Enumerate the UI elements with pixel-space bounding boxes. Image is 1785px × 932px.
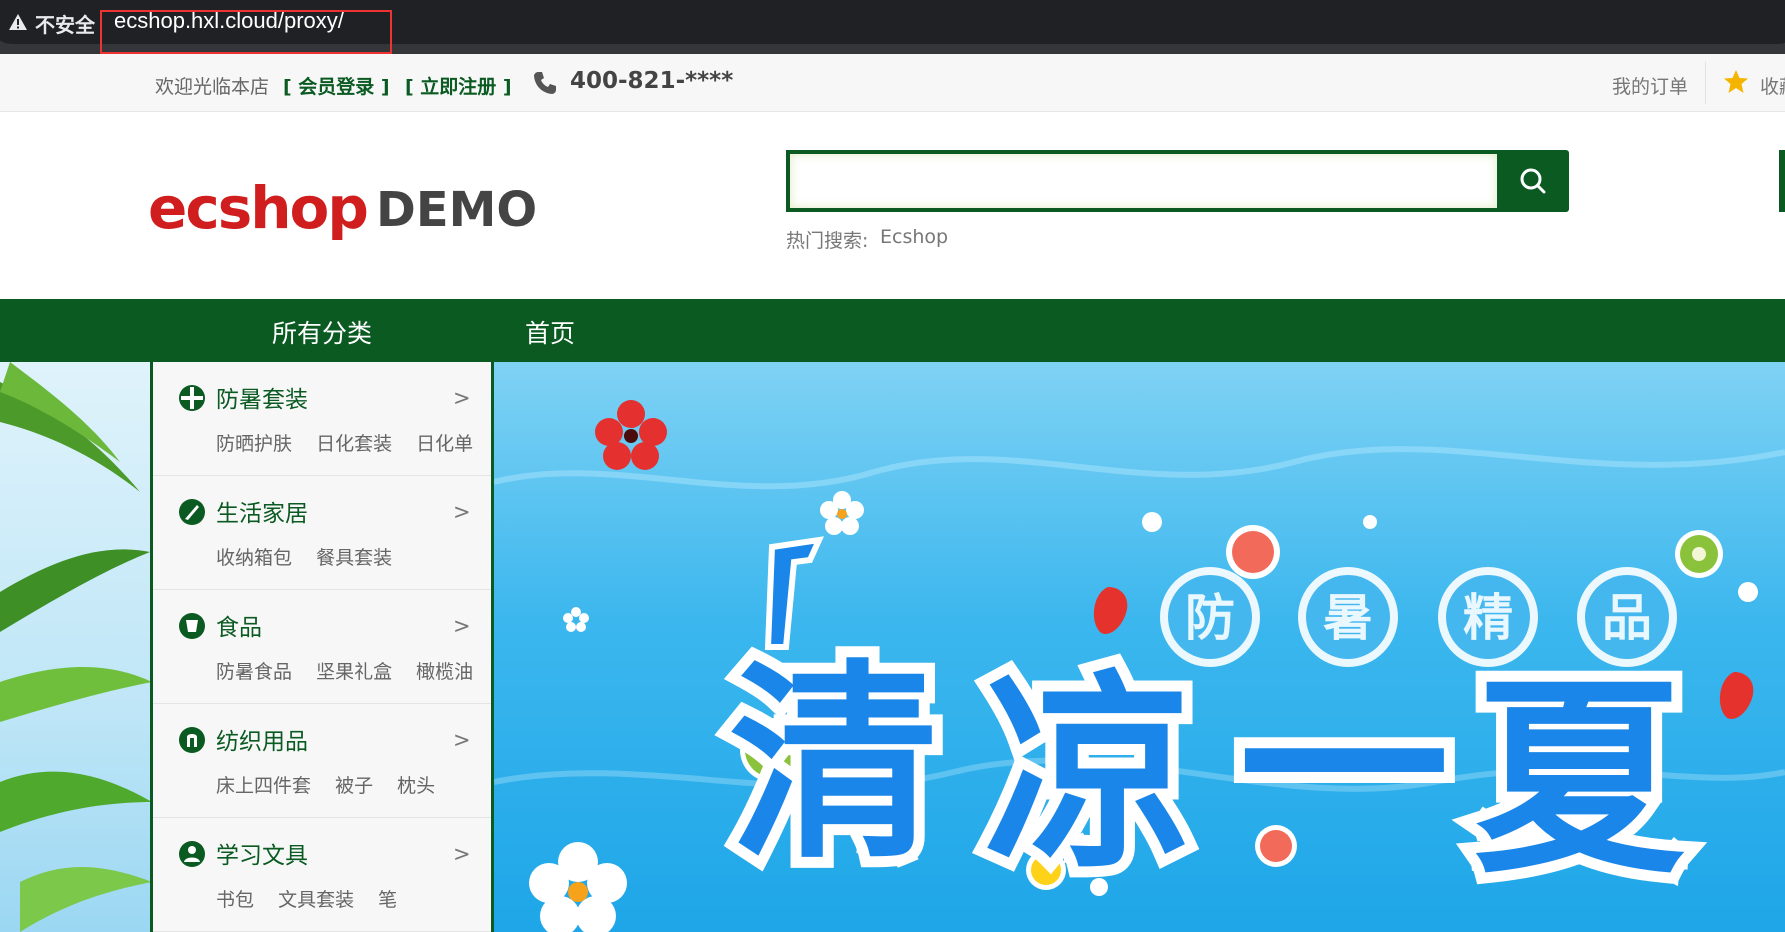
subcategory-link[interactable]: 防晒护肤 <box>216 433 292 455</box>
category-subs: 床上四件套 被子 枕头 <box>216 771 453 798</box>
cup-icon <box>179 613 205 639</box>
subcategory-link[interactable]: 床上四件套 <box>216 775 311 797</box>
subcategory-link[interactable]: 枕头 <box>397 775 435 797</box>
chevron-right-icon: > <box>453 728 471 752</box>
category-title[interactable]: 生活家居 <box>216 494 308 528</box>
svg-text:清: 清 <box>729 642 939 887</box>
category-subs: 防晒护肤 日化套装 日化单 <box>216 429 491 456</box>
subcategory-link[interactable]: 餐具套装 <box>316 547 392 569</box>
leaf-icon <box>179 499 205 525</box>
category-panel: 防暑套装 > 防晒护肤 日化套装 日化单 生活家居 > 收纳箱包 餐具套装 食品… <box>150 362 494 932</box>
category-subs: 书包 文具套装 笔 <box>216 885 415 912</box>
svg-text:凉: 凉 <box>984 652 1194 897</box>
nav-home[interactable]: 首页 <box>525 314 575 350</box>
svg-text:防: 防 <box>1185 589 1235 647</box>
category-title[interactable]: 食品 <box>216 608 262 642</box>
search-box <box>786 150 1501 212</box>
login-link[interactable]: [ 会员登录 ] <box>283 72 390 99</box>
phone-icon <box>534 72 556 94</box>
top-bar: 欢迎光临本店 [ 会员登录 ] [ 立即注册 ] 400-821-**** 我的… <box>0 54 1785 112</box>
people-icon <box>179 841 205 867</box>
category-title[interactable]: 学习文具 <box>216 836 308 870</box>
favorites-link[interactable]: 收藏 <box>1760 72 1785 99</box>
warning-icon[interactable] <box>8 12 28 32</box>
category-item[interactable]: 防暑套装 > 防晒护肤 日化套装 日化单 <box>153 362 491 476</box>
site-logo[interactable]: ecshop DEMO <box>148 170 537 248</box>
headline-text: 清 凉 一 夏 清 凉 一 夏 <box>718 631 1696 913</box>
phone-number: 400-821-**** <box>570 68 734 94</box>
svg-text:夏: 夏 <box>1474 657 1685 902</box>
register-link[interactable]: [ 立即注册 ] <box>405 72 512 99</box>
category-item[interactable]: 学习文具 > 书包 文具套装 笔 <box>153 818 491 932</box>
red-flower-image <box>595 400 667 470</box>
quote-mark-icon <box>764 536 824 650</box>
url-text[interactable]: ecshop.hxl.cloud/proxy/ <box>114 8 344 34</box>
search-icon <box>1520 168 1546 194</box>
category-item[interactable]: 食品 > 防暑食品 坚果礼盒 橄榄油 <box>153 590 491 704</box>
subcategory-link[interactable]: 收纳箱包 <box>216 547 292 569</box>
chevron-right-icon: > <box>453 500 471 524</box>
search-input[interactable] <box>790 154 1497 208</box>
my-orders-link[interactable]: 我的订单 <box>1612 72 1688 99</box>
subcategory-link[interactable]: 文具套装 <box>278 889 354 911</box>
white-flower-image <box>820 491 864 535</box>
category-subs: 防暑食品 坚果礼盒 橄榄油 <box>216 657 491 684</box>
divider <box>1705 62 1706 104</box>
security-label[interactable]: 不安全 <box>35 9 95 38</box>
subcategory-link[interactable]: 日化套装 <box>316 433 392 455</box>
chevron-right-icon: > <box>453 842 471 866</box>
star-icon[interactable] <box>1722 68 1750 96</box>
welcome-text: 欢迎光临本店 <box>155 76 270 98</box>
cart-button-edge[interactable] <box>1779 150 1785 212</box>
svg-text:精: 精 <box>1463 589 1513 647</box>
subcategory-link[interactable]: 防暑食品 <box>216 661 292 683</box>
main-nav: 所有分类 首页 <box>0 299 1785 362</box>
hot-search-label: 热门搜索: <box>786 230 869 252</box>
banner-art: 防 暑 精 品 清 凉 一 夏 清 凉 一 夏 <box>493 362 1785 932</box>
svg-text:暑: 暑 <box>1323 589 1373 647</box>
subcategory-link[interactable]: 笔 <box>378 889 397 911</box>
subcategory-link[interactable]: 日化单 <box>416 433 473 455</box>
svg-text:品: 品 <box>1602 589 1652 647</box>
subcategory-link[interactable]: 被子 <box>335 775 373 797</box>
search-button[interactable] <box>1497 150 1569 212</box>
hot-search-link[interactable]: Ecshop <box>880 226 948 248</box>
subcategory-link[interactable]: 书包 <box>216 889 254 911</box>
bamboo-panel <box>0 362 152 932</box>
category-item[interactable]: 生活家居 > 收纳箱包 餐具套装 <box>153 476 491 590</box>
logo-wordmark: ecshop <box>148 174 369 242</box>
nav-all-categories[interactable]: 所有分类 <box>272 314 372 350</box>
logo-demo: DEMO <box>376 182 538 238</box>
bamboo-leaves-image <box>0 362 152 932</box>
subcategory-link[interactable]: 坚果礼盒 <box>316 661 392 683</box>
subcategory-link[interactable]: 橄榄油 <box>416 661 473 683</box>
chevron-right-icon: > <box>453 386 471 410</box>
svg-text:一: 一 <box>1239 647 1449 892</box>
browser-address-bar: 不安全 ecshop.hxl.cloud/proxy/ <box>0 0 1785 55</box>
category-subs: 收纳箱包 餐具套装 <box>216 543 410 570</box>
globe-icon <box>179 385 205 411</box>
category-title[interactable]: 防暑套装 <box>216 380 308 414</box>
chevron-right-icon: > <box>453 614 471 638</box>
category-item[interactable]: 纺织用品 > 床上四件套 被子 枕头 <box>153 704 491 818</box>
textile-icon <box>179 727 205 753</box>
category-title[interactable]: 纺织用品 <box>216 722 308 756</box>
